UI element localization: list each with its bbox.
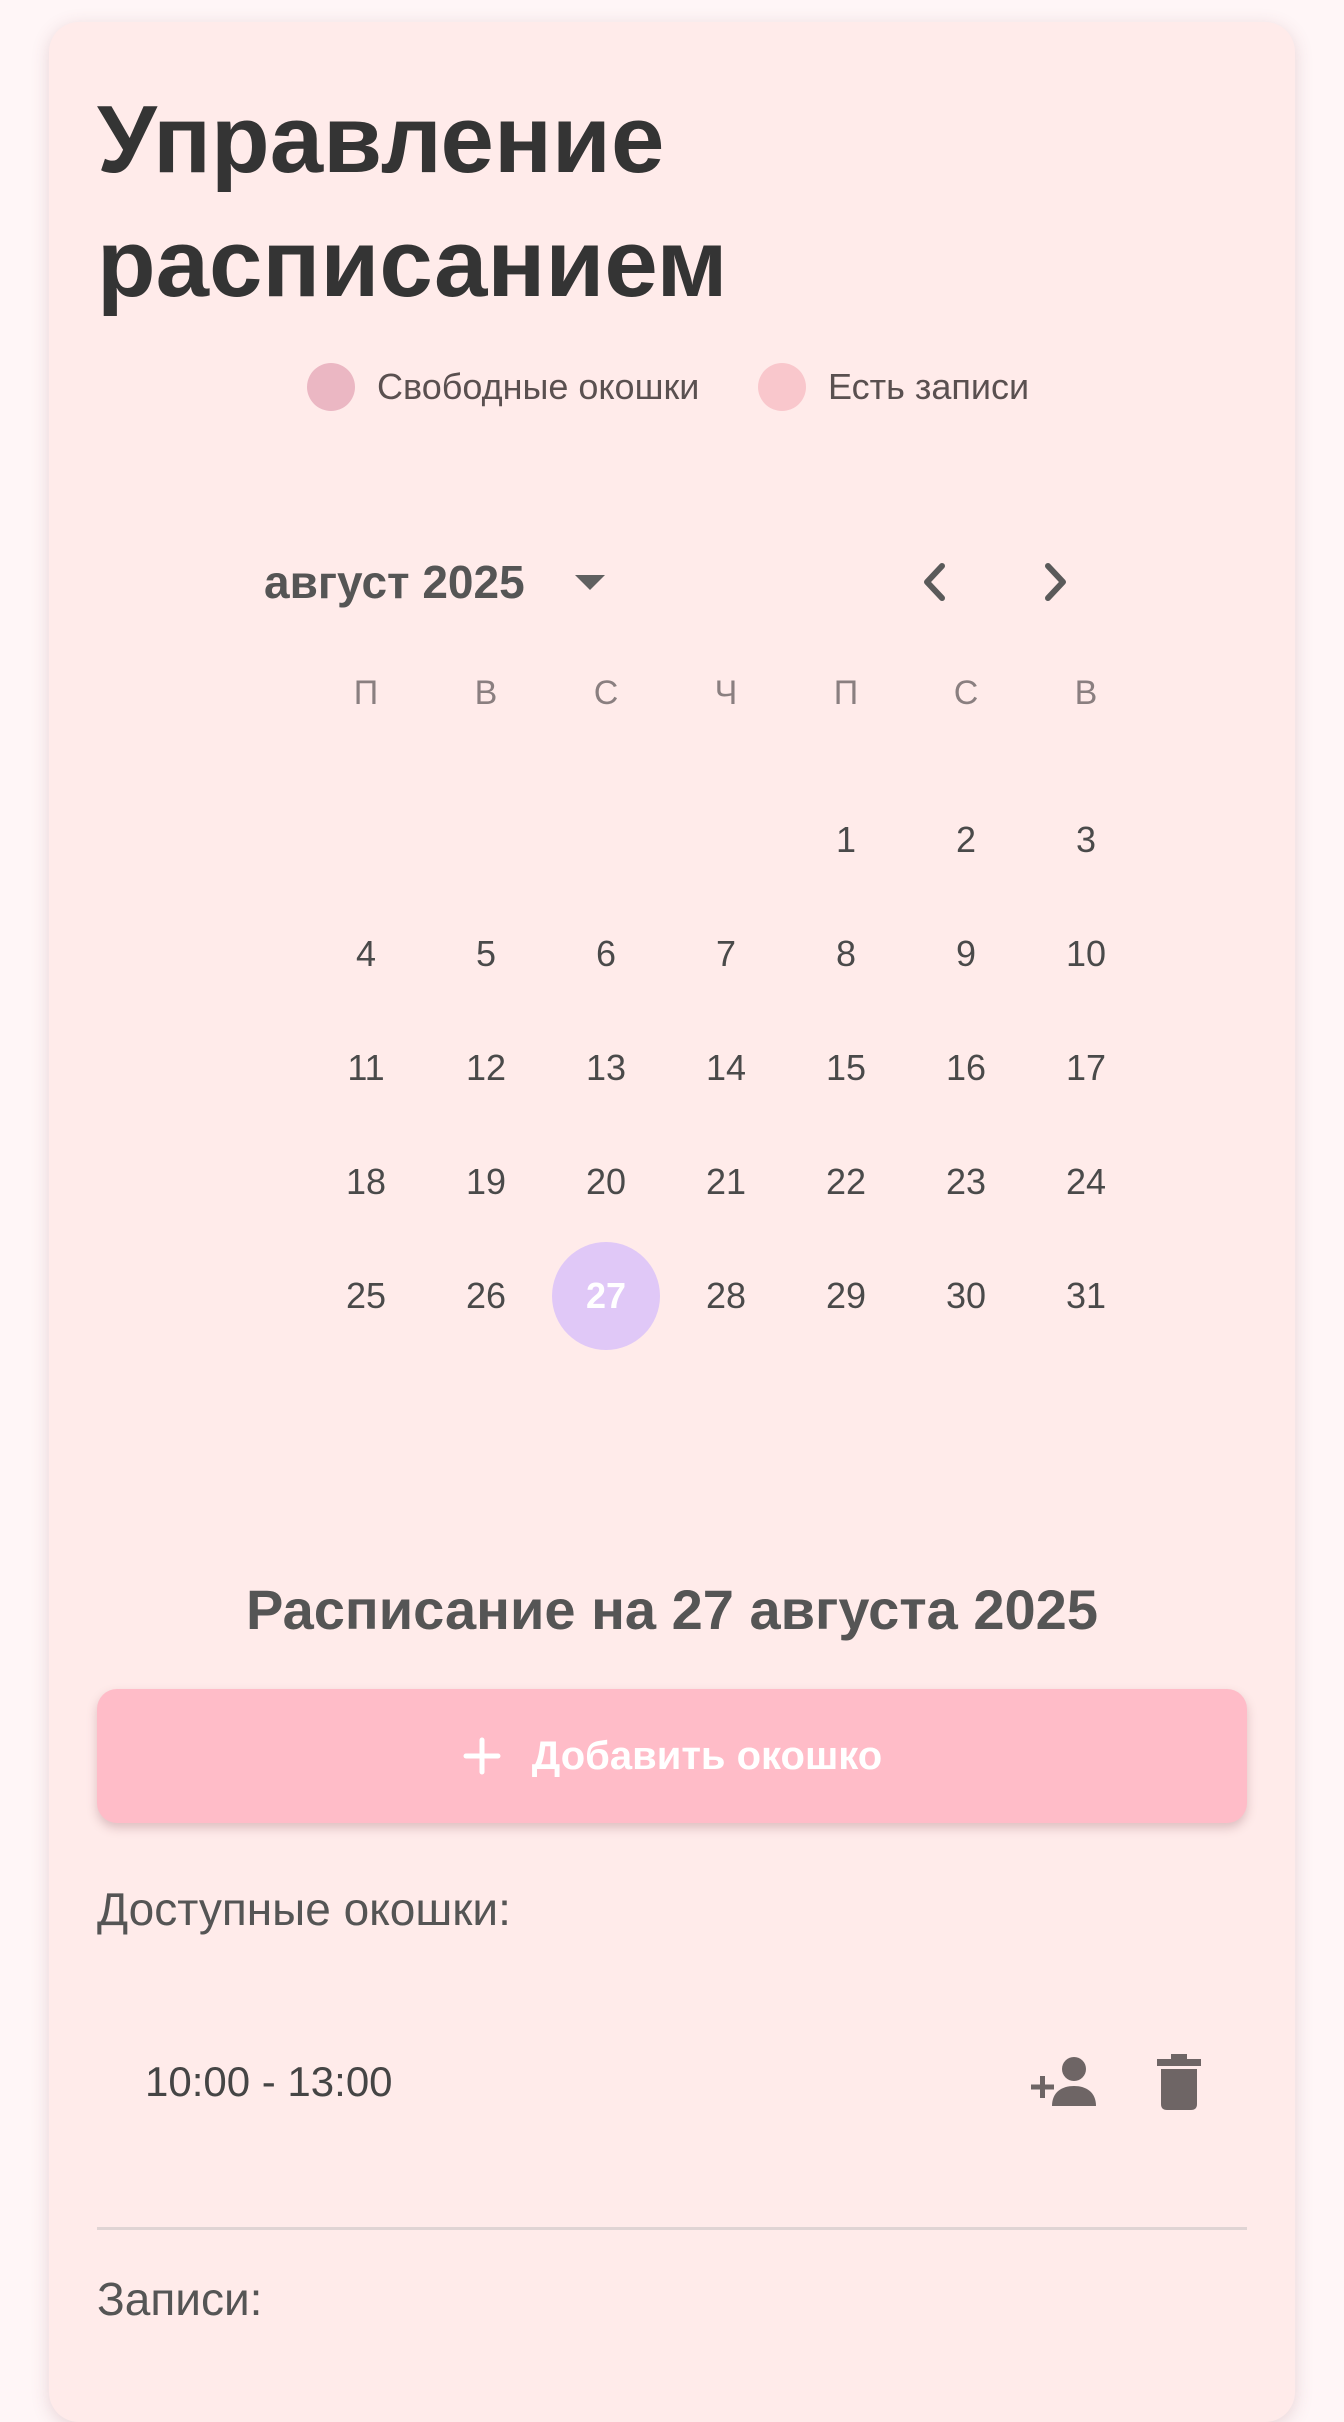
calendar-day[interactable]: 30	[912, 1242, 1020, 1350]
bookings-label: Записи:	[97, 2273, 263, 2325]
calendar-day[interactable]: 15	[792, 1014, 900, 1122]
weekday-label: С	[953, 674, 979, 712]
schedule-card: Управление расписанием Свободные окошки …	[49, 22, 1295, 2422]
next-month-button[interactable]	[1025, 552, 1085, 612]
calendar-day[interactable]: 6	[552, 900, 660, 1008]
assign-client-button[interactable]	[1030, 2047, 1100, 2117]
calendar-day[interactable]: 13	[552, 1014, 660, 1122]
calendar-day[interactable]: 28	[672, 1242, 780, 1350]
calendar-day[interactable]: 12	[432, 1014, 540, 1122]
calendar-day[interactable]: 2	[912, 786, 1020, 894]
calendar-week-row: 18 19 20 21 22 23 24	[312, 1152, 1152, 1212]
weekday-label: П	[833, 674, 859, 712]
legend-label: Свободные окошки	[377, 366, 700, 407]
calendar-day[interactable]: 4	[312, 900, 420, 1008]
booked-dot-icon	[758, 363, 806, 411]
chevron-right-icon	[1045, 563, 1066, 601]
divider	[97, 2227, 1247, 2230]
calendar-day[interactable]: 1	[792, 786, 900, 894]
chevron-left-icon	[924, 563, 945, 601]
weekday-label: С	[593, 674, 619, 712]
calendar-day[interactable]: 16	[912, 1014, 1020, 1122]
weekday-label: П	[353, 674, 379, 712]
calendar-day[interactable]: 25	[312, 1242, 420, 1350]
calendar-day[interactable]: 24	[1032, 1128, 1140, 1236]
person-add-icon	[1031, 2057, 1096, 2106]
calendar-day[interactable]: 19	[432, 1128, 540, 1236]
add-slot-button[interactable]: Добавить окошко	[97, 1689, 1247, 1823]
weekday-row: ПВСЧПСВ	[312, 663, 1152, 723]
schedule-title: Расписание на 27 августа 2025	[246, 1578, 1098, 1641]
calendar-day[interactable]: 11	[312, 1014, 420, 1122]
available-slots-label: Доступные окошки:	[97, 1883, 511, 1935]
calendar-week-row: 4 5 6 7 8 9 10	[312, 924, 1152, 984]
calendar-day[interactable]: 14	[672, 1014, 780, 1122]
legend-label: Есть записи	[828, 366, 1030, 407]
weekday-label: В	[1074, 674, 1098, 712]
calendar-day[interactable]: 26	[432, 1242, 540, 1350]
prev-month-button[interactable]	[905, 552, 965, 612]
page-title: Управление расписанием	[97, 86, 728, 317]
slot-time: 10:00 - 13:00	[145, 2058, 393, 2105]
legend-item-free: Свободные окошки	[307, 362, 699, 412]
month-year-picker[interactable]: август 2025	[264, 547, 605, 617]
weekday-label: Ч	[714, 674, 738, 712]
calendar-day[interactable]: 3	[1032, 786, 1140, 894]
calendar-week-row: 11 12 13 14 15 16 17	[312, 1038, 1152, 1098]
calendar-day[interactable]: 23	[912, 1128, 1020, 1236]
free-slots-dot-icon	[307, 363, 355, 411]
calendar-day[interactable]: 10	[1032, 900, 1140, 1008]
calendar-header: август 2025	[49, 547, 1295, 617]
legend-item-booked: Есть записи	[758, 362, 1029, 412]
calendar-day[interactable]: 21	[672, 1128, 780, 1236]
calendar-day[interactable]: 20	[552, 1128, 660, 1236]
weekday-label: В	[474, 674, 498, 712]
plus-icon	[463, 1737, 501, 1775]
calendar-day[interactable]: 7	[672, 900, 780, 1008]
calendar-week-row: 123	[312, 810, 1152, 870]
calendar-day[interactable]: 29	[792, 1242, 900, 1350]
dropdown-arrow-icon	[574, 574, 605, 590]
calendar-week-row: 25 26 27 28 29 30 31	[312, 1242, 1152, 1350]
calendar-day[interactable]: 18	[312, 1128, 420, 1236]
month-label: август 2025	[264, 556, 525, 608]
trash-icon	[1157, 2054, 1201, 2110]
add-slot-label: Добавить окошко	[531, 1733, 883, 1778]
calendar-day[interactable]: 17	[1032, 1014, 1140, 1122]
calendar-day[interactable]: 22	[792, 1128, 900, 1236]
slot-row: 10:00 - 13:00	[97, 2022, 1247, 2142]
calendar-day[interactable]: 5	[432, 900, 540, 1008]
calendar-day[interactable]: 9	[912, 900, 1020, 1008]
calendar-day[interactable]: 31	[1032, 1242, 1140, 1350]
legend: Свободные окошки Есть записи	[49, 362, 1295, 412]
calendar-day[interactable]: 8	[792, 900, 900, 1008]
delete-slot-button[interactable]	[1144, 2047, 1214, 2117]
calendar-day-selected[interactable]: 27	[552, 1242, 660, 1350]
